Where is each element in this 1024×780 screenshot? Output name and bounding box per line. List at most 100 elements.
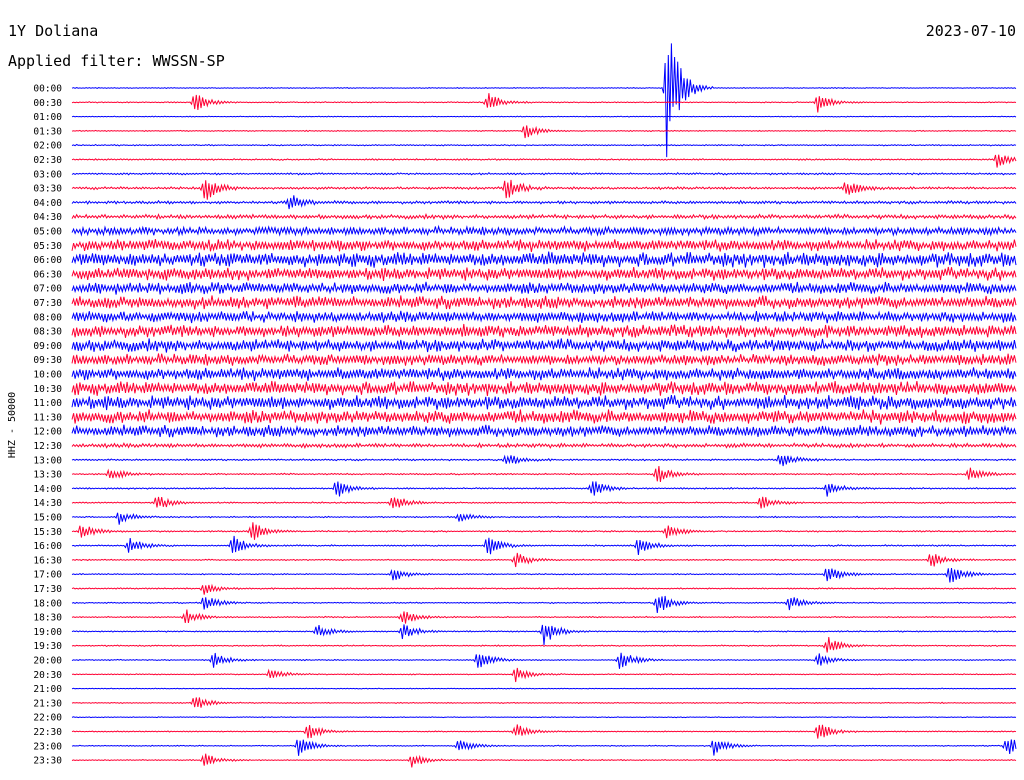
trace-line — [71, 143, 1017, 147]
row-time-label: 19:00 — [33, 627, 62, 638]
row-time-label: 03:00 — [33, 169, 62, 180]
row-time-label: 10:00 — [33, 370, 62, 381]
trace-line — [71, 535, 1017, 555]
row-time-label: 22:00 — [33, 713, 62, 724]
row-time-label: 21:00 — [33, 684, 62, 695]
row-time-label: 01:00 — [33, 112, 62, 123]
row-time-label: 16:00 — [33, 541, 62, 552]
trace-line — [71, 667, 1017, 683]
row-time-label: 23:00 — [33, 741, 62, 752]
trace-line — [71, 353, 1017, 366]
trace-line — [71, 465, 1017, 482]
row-time-label: 14:00 — [33, 484, 62, 495]
trace-line — [71, 380, 1017, 396]
trace-line — [71, 251, 1017, 268]
trace-line — [71, 652, 1017, 669]
trace-line — [71, 496, 1017, 509]
trace-line — [71, 697, 1017, 708]
trace-line — [71, 687, 1017, 690]
row-time-label: 06:00 — [33, 255, 62, 266]
trace-line — [71, 224, 1017, 238]
row-time-label: 04:30 — [33, 212, 62, 223]
trace-line — [71, 583, 1017, 595]
trace-line — [71, 424, 1017, 438]
trace-line — [71, 624, 1017, 646]
row-time-label: 03:30 — [33, 184, 62, 195]
trace-line — [71, 753, 1017, 768]
trace-line — [71, 409, 1017, 425]
y-axis-label: HHZ - 50000 — [7, 392, 18, 458]
row-time-label: 01:30 — [33, 126, 62, 137]
trace-line — [71, 195, 1017, 210]
row-time-label: 18:00 — [33, 598, 62, 609]
row-time-label: 17:00 — [33, 570, 62, 581]
row-time-label: 15:00 — [33, 513, 62, 524]
trace-line — [71, 154, 1017, 168]
trace-line — [71, 568, 1017, 583]
helicorder-chart: 1Y Doliana 2023-07-10 Applied filter: WW… — [7, 22, 1017, 768]
row-time-label: 06:30 — [33, 269, 62, 280]
trace-line — [71, 454, 1017, 467]
row-time-label: 20:00 — [33, 656, 62, 667]
row-time-label: 09:00 — [33, 341, 62, 352]
trace-line — [71, 213, 1017, 221]
row-time-label: 02:30 — [33, 155, 62, 166]
row-time-label: 22:30 — [33, 727, 62, 738]
trace-line — [71, 239, 1017, 252]
row-time-label: 08:30 — [33, 327, 62, 338]
station-title: 1Y Doliana — [8, 22, 98, 40]
row-time-label: 13:30 — [33, 470, 62, 481]
trace-line — [71, 367, 1017, 382]
trace-rows: 00:00 00:30 01:00 01:30 02:00 02:30 03:00 03:30… — [33, 43, 1017, 768]
trace-line — [71, 310, 1017, 324]
row-time-label: 12:30 — [33, 441, 62, 452]
trace-line — [71, 338, 1017, 353]
trace-line — [71, 595, 1017, 614]
trace-line — [71, 716, 1017, 719]
row-time-label: 11:00 — [33, 398, 62, 409]
trace-line — [71, 295, 1017, 310]
trace-line — [71, 512, 1017, 525]
row-time-label: 15:30 — [33, 527, 62, 538]
row-time-label: 16:30 — [33, 555, 62, 566]
trace-line — [71, 552, 1017, 568]
row-time-label: 10:30 — [33, 384, 62, 395]
trace-line — [71, 739, 1017, 756]
trace-line — [71, 93, 1017, 113]
row-time-label: 05:30 — [33, 241, 62, 252]
trace-line — [71, 115, 1017, 118]
row-time-label: 17:30 — [33, 584, 62, 595]
trace-line — [71, 442, 1017, 449]
row-time-label: 09:30 — [33, 355, 62, 366]
row-time-label: 13:00 — [33, 455, 62, 466]
row-time-label: 19:30 — [33, 641, 62, 652]
trace-line — [71, 522, 1017, 540]
row-time-label: 14:30 — [33, 498, 62, 509]
trace-line — [71, 724, 1017, 739]
row-time-label: 04:00 — [33, 198, 62, 209]
trace-line — [71, 481, 1017, 497]
trace-line — [71, 266, 1017, 281]
filter-label: Applied filter: WWSSN-SP — [8, 52, 225, 70]
plot-date: 2023-07-10 — [926, 22, 1016, 40]
trace-line — [71, 323, 1017, 338]
trace-line — [71, 171, 1017, 176]
trace-line — [71, 395, 1017, 411]
row-time-label: 11:30 — [33, 412, 62, 423]
row-time-label: 07:30 — [33, 298, 62, 309]
row-time-label: 08:00 — [33, 312, 62, 323]
row-time-label: 20:30 — [33, 670, 62, 681]
row-time-label: 21:30 — [33, 698, 62, 709]
trace-line — [71, 179, 1017, 200]
row-time-label: 05:00 — [33, 227, 62, 238]
row-time-label: 00:00 — [33, 84, 62, 95]
row-time-label: 12:00 — [33, 427, 62, 438]
row-time-label: 00:30 — [33, 98, 62, 109]
row-time-label: 02:00 — [33, 141, 62, 152]
row-time-label: 07:00 — [33, 284, 62, 295]
row-time-label: 23:30 — [33, 756, 62, 767]
trace-line — [71, 281, 1017, 295]
trace-line — [71, 125, 1017, 139]
row-time-label: 18:30 — [33, 613, 62, 624]
trace-line — [71, 609, 1017, 624]
